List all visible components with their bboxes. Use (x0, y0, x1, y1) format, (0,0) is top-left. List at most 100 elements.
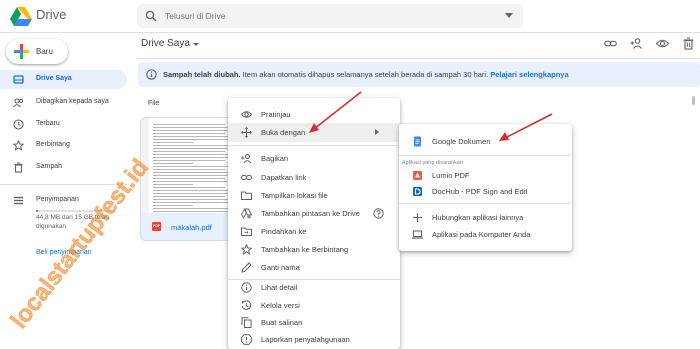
thumbnail-text-line (153, 133, 225, 134)
menu-item-label: Aplikasi pada Komputer Anda (432, 230, 531, 239)
menu-item-label: Hubungkan aplikasi lainnya (432, 213, 524, 222)
thumbnail-text-line (153, 139, 231, 140)
thumbnail-text-line (153, 208, 228, 209)
menu-item-label: Pindahkan ke (261, 227, 307, 236)
thumbnail-text-line (153, 193, 231, 194)
menu-item-share[interactable]: Bagikan (228, 149, 400, 168)
submenu-item-dochub[interactable]: DocHub - PDF Sign and Edit (399, 182, 571, 201)
menu-item-label: Pratinjau (261, 110, 291, 119)
storage-usage-text: 44,8 MB dari 15 GB telah digunakan (36, 214, 109, 230)
eye-icon (241, 111, 252, 118)
move-to-icon (241, 227, 252, 236)
add-person-icon[interactable] (630, 37, 643, 50)
thumbnail-text-line (153, 184, 193, 185)
thumbnail-text-line (153, 124, 225, 125)
info-icon (146, 69, 157, 80)
submenu-item-google-docs[interactable]: Google Dokumen (399, 132, 571, 151)
file-card[interactable]: PDF makalah.pdf (140, 117, 235, 241)
search-options-icon[interactable] (505, 13, 513, 19)
app-name[interactable]: Drive (36, 7, 66, 22)
thumbnail-text-line (153, 187, 225, 188)
scrollbar[interactable] (692, 96, 695, 105)
drive-logo-icon[interactable] (10, 6, 32, 26)
menu-item-report-abuse[interactable]: Laporkan penyalahgunaan (228, 330, 400, 349)
banner-text: Sampah telah diubah. Item akan otomatis … (163, 70, 569, 79)
svg-text:localstartupfest.id: localstartupfest.id (5, 154, 154, 334)
search-bar[interactable] (137, 4, 523, 28)
add-person-icon (241, 154, 252, 164)
my-drive-icon (13, 75, 24, 84)
thumbnail-text-line (153, 136, 228, 137)
menu-item-preview[interactable]: Pratinjau (228, 105, 400, 124)
submenu-arrow-icon (375, 129, 379, 135)
search-input[interactable] (165, 8, 465, 24)
help-icon[interactable] (373, 208, 384, 219)
title-dropdown-icon[interactable] (193, 43, 199, 46)
files-section-label: File (148, 100, 160, 107)
open-with-icon (241, 127, 252, 138)
menu-item-label: Kelola versi (261, 301, 300, 310)
thumbnail-text-line (153, 145, 228, 146)
thumbnail-text-line (153, 175, 231, 176)
menu-item-show-location[interactable]: Tampilkan lokasi file (228, 186, 400, 205)
thumbnail-text-line (153, 181, 228, 182)
preview-eye-icon[interactable] (656, 37, 669, 50)
menu-item-add-starred[interactable]: Tambahkan ke Berbintang (228, 240, 400, 259)
drive-shortcut-icon (241, 208, 252, 219)
menu-item-move-to[interactable]: Pindahkan ke (228, 222, 400, 241)
menu-item-label: Ganti nama (261, 263, 300, 272)
delete-icon[interactable] (682, 37, 695, 50)
link-icon[interactable] (604, 37, 617, 50)
menu-item-label: Dapatkan link (261, 173, 307, 182)
trash-icon (14, 162, 23, 173)
learn-more-link[interactable]: Pelajari selengkapnya (490, 70, 568, 79)
thumbnail-text-line (153, 154, 228, 155)
menu-item-get-link[interactable]: Dapatkan link (228, 168, 400, 187)
sidebar-item-trash[interactable]: Sampah (0, 158, 127, 177)
page-title[interactable]: Drive Saya (141, 38, 190, 49)
menu-item-details[interactable]: Lihat detail (228, 278, 400, 297)
menu-item-open-with[interactable]: Buka dengan (228, 123, 400, 142)
sidebar-item-my-drive[interactable]: Drive Saya (0, 70, 127, 89)
file-name: makalah.pdf (171, 223, 212, 232)
thumbnail-text-line (153, 172, 228, 173)
plus-icon (14, 44, 29, 59)
thumbnail-text-line (153, 196, 225, 197)
menu-divider (399, 203, 571, 204)
menu-item-label: Lihat detail (261, 283, 298, 292)
menu-item-label: Laporkan penyalahgunaan (261, 335, 350, 344)
storage-progress-bar (36, 210, 114, 212)
thumbnail-text-line (153, 202, 231, 203)
menu-item-rename[interactable]: Ganti nama (228, 258, 400, 277)
thumbnail-text-line (153, 190, 228, 191)
sidebar-item-recent[interactable]: Terbaru (0, 115, 127, 134)
sidebar-item-label: Penyimpanan (36, 196, 79, 203)
file-name-bar: PDF makalah.pdf (141, 213, 234, 240)
buy-storage-link[interactable]: Beli penyimpanan (36, 249, 92, 256)
sidebar-item-storage[interactable]: Penyimpanan (0, 191, 127, 210)
menu-divider (399, 155, 571, 156)
submenu-item-computer-apps[interactable]: Aplikasi pada Komputer Anda (399, 225, 571, 244)
sidebar-item-starred[interactable]: Berbintang (0, 136, 127, 155)
menu-item-label: Tambahkan pintasan ke Drive (261, 209, 360, 218)
menu-item-label: Tambahkan ke Berbintang (261, 245, 349, 254)
menu-item-label: Buka dengan (261, 128, 306, 137)
search-icon[interactable] (145, 10, 157, 22)
menu-item-add-shortcut[interactable]: Tambahkan pintasan ke Drive (228, 204, 400, 223)
menu-item-label: Tampilkan lokasi file (261, 191, 328, 200)
thumbnail-text-line (153, 205, 193, 206)
menu-item-label: Buat salinan (261, 318, 303, 327)
trash-change-banner: Sampah telah diubah. Item akan otomatis … (138, 62, 700, 87)
new-button[interactable]: Baru (6, 39, 68, 64)
shared-icon (13, 98, 24, 108)
sidebar-item-shared[interactable]: Dibagikan kepada saya (0, 93, 127, 112)
thumbnail-text-line (153, 130, 231, 131)
thumbnail-text-line (153, 178, 225, 179)
sidebar-item-label: Dibagikan kepada saya (36, 98, 109, 105)
sidebar-item-label: Berbintang (36, 141, 70, 148)
thumbnail-text-line (153, 160, 225, 161)
plus-icon (413, 213, 422, 222)
menu-item-label: Lumin PDF (432, 171, 470, 180)
storage-icon (14, 196, 23, 205)
thumbnail-text-line (153, 142, 193, 143)
